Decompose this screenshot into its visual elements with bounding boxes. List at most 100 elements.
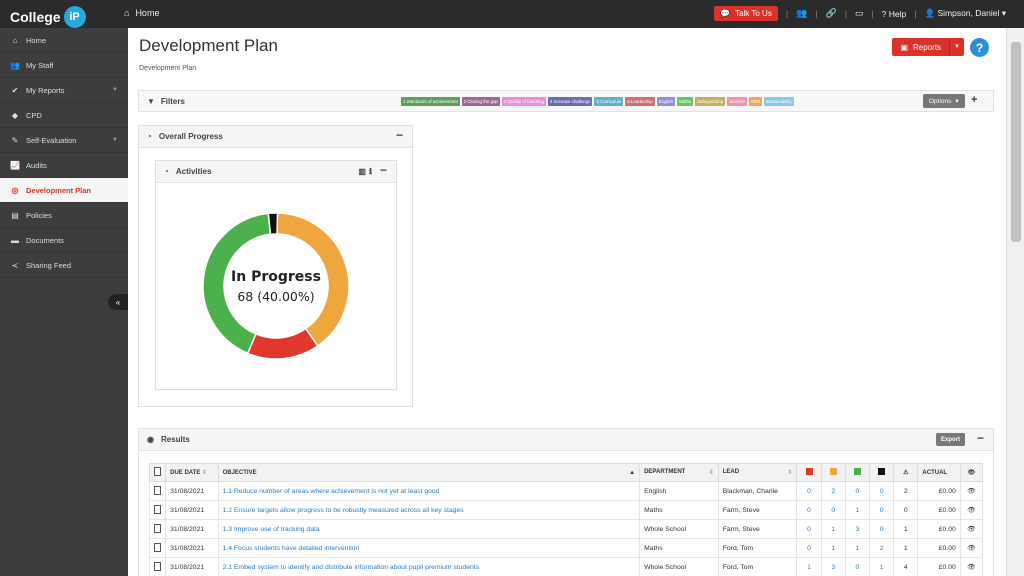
minimize-icon[interactable]: −	[380, 163, 387, 177]
red-count[interactable]: 0	[796, 519, 822, 539]
red-count[interactable]: 0	[796, 538, 822, 558]
breadcrumb[interactable]: Development Plan	[139, 65, 196, 72]
red-count[interactable]: 1	[796, 557, 822, 576]
amber-count[interactable]: 0	[820, 500, 846, 520]
sidebar-item-my-staff[interactable]: 👥 My Staff	[0, 53, 128, 78]
check-icon: ✔	[11, 85, 19, 95]
view-cell[interactable]: 👁	[959, 519, 984, 539]
black-count[interactable]: 0	[869, 481, 895, 501]
sidebar-item-development-plan[interactable]: ◎ Development Plan	[0, 178, 128, 203]
options-button[interactable]: Options ▾	[923, 94, 965, 108]
view-cell[interactable]: 👁	[959, 500, 984, 520]
filter-tag[interactable]: 5 Curriculum	[594, 97, 624, 106]
filters-toggle[interactable]: ▼ Filters	[147, 97, 185, 106]
filter-tag[interactable]: SEN	[748, 97, 762, 106]
document-icon-cell[interactable]	[148, 557, 167, 576]
filter-tag[interactable]: Science	[727, 97, 747, 106]
filter-tag[interactable]: 3 Quality of teaching	[501, 97, 546, 106]
table-row[interactable]: 31/08/2021 1.4 Focus students have detail…	[148, 538, 984, 558]
red-count[interactable]: 0	[796, 500, 822, 520]
info-icon[interactable]: ℹ	[369, 167, 372, 176]
warning-header[interactable]: ⚠	[893, 463, 919, 482]
amber-count[interactable]: 1	[820, 538, 846, 558]
view-cell[interactable]: 👁	[959, 557, 984, 576]
black-count[interactable]: 1	[869, 557, 895, 576]
objective-link[interactable]: 1.4 Focus students have detailed interve…	[217, 538, 641, 558]
view-cell[interactable]: 👁	[959, 481, 984, 501]
sidebar-item-cpd[interactable]: ◆ CPD	[0, 103, 128, 128]
black-count[interactable]: 0	[869, 519, 895, 539]
green-count[interactable]: 3	[844, 519, 871, 539]
filter-tag[interactable]: Safeguarding	[695, 97, 726, 106]
minimize-icon[interactable]: −	[977, 431, 984, 445]
inbox-icon[interactable]: ▭	[855, 8, 864, 19]
department-header[interactable]: DEPARTMENT ⇕	[639, 463, 719, 482]
amber-count[interactable]: 2	[820, 481, 846, 501]
document-icon-cell[interactable]	[148, 500, 167, 520]
black-status-header[interactable]	[869, 463, 895, 482]
donut-slice-not-started[interactable]	[267, 212, 279, 236]
donut-slice-overdue[interactable]	[246, 327, 319, 360]
green-count[interactable]: 1	[844, 538, 871, 558]
minimize-icon[interactable]: −	[396, 128, 403, 142]
sidebar-item-my-reports[interactable]: ✔ My Reports ▼	[0, 78, 128, 103]
objective-link[interactable]: 1.2 Ensure targets allow progress to be …	[217, 500, 641, 520]
table-row[interactable]: 31/08/2021 1.3 Improve use of tracking da…	[148, 519, 984, 539]
objective-link[interactable]: 2.1 Embed system to identify and distrib…	[217, 557, 641, 576]
scrollbar-thumb[interactable]	[1011, 42, 1021, 242]
amber-status-header[interactable]	[820, 463, 846, 482]
filter-tag[interactable]: 4 Increase challenge	[547, 97, 593, 106]
green-status-header[interactable]	[844, 463, 871, 482]
document-icon-cell[interactable]	[148, 519, 167, 539]
lead-header[interactable]: LEAD ⇕	[717, 463, 798, 482]
page-scrollbar[interactable]	[1006, 28, 1024, 576]
chevron-down-icon[interactable]: ▼	[950, 44, 964, 50]
table-row[interactable]: 31/08/2021 1.1 Reduce number of areas whe…	[148, 481, 984, 501]
sidebar-collapse-button[interactable]: «	[108, 294, 128, 310]
amber-count[interactable]: 1	[820, 519, 846, 539]
objective-header[interactable]: OBJECTIVE ▲	[217, 463, 641, 482]
black-count[interactable]: 2	[869, 538, 895, 558]
document-icon-cell[interactable]	[148, 538, 167, 558]
help-button[interactable]: ?	[970, 38, 989, 57]
talk-to-us-button[interactable]: 💬 Talk To Us	[714, 6, 778, 21]
filter-tag[interactable]: 1 Standards of achievement	[401, 97, 460, 106]
view-cell[interactable]: 👁	[959, 538, 984, 558]
green-count[interactable]: 1	[844, 500, 871, 520]
filter-tag[interactable]: Maths	[677, 97, 694, 106]
document-icon-cell[interactable]	[148, 481, 167, 501]
app-logo[interactable]: College iP	[10, 6, 86, 28]
help-link[interactable]: ? Help	[882, 9, 907, 19]
export-button[interactable]: Export	[936, 433, 966, 446]
sidebar-item-documents[interactable]: ▬ Documents	[0, 228, 128, 253]
sidebar-item-audits[interactable]: 📈 Audits	[0, 153, 128, 178]
sidebar-item-self-evaluation[interactable]: ✎ Self-Evaluation ▼	[0, 128, 128, 153]
filter-tag[interactable]: Sustainability	[763, 97, 794, 106]
green-count[interactable]: 0	[844, 481, 871, 501]
reports-button[interactable]: ▣ Reports ▼	[892, 38, 964, 56]
green-count[interactable]: 0	[844, 557, 871, 576]
filter-tag[interactable]: English	[656, 97, 676, 106]
bar-chart-icon[interactable]: ▥	[358, 167, 366, 176]
sidebar-item-policies[interactable]: ▤ Policies	[0, 203, 128, 228]
add-icon[interactable]: +	[971, 94, 977, 106]
red-count[interactable]: 0	[796, 481, 822, 501]
user-name: Simpson, Daniel	[937, 8, 1000, 18]
sidebar-item-sharing-feed[interactable]: ≺ Sharing Feed	[0, 253, 128, 278]
amber-count[interactable]: 3	[820, 557, 846, 576]
sidebar-item-home[interactable]: ⌂ Home	[0, 28, 128, 53]
black-count[interactable]: 0	[869, 500, 895, 520]
user-menu[interactable]: 👤 Simpson, Daniel ▾	[924, 8, 1006, 19]
table-row[interactable]: 31/08/2021 1.2 Ensure targets allow progr…	[148, 500, 984, 520]
filter-tag[interactable]: 2 Closing the gap	[461, 97, 500, 106]
red-status-header[interactable]	[796, 463, 822, 482]
table-row[interactable]: 31/08/2021 2.1 Embed system to identify a…	[148, 557, 984, 576]
objective-link[interactable]: 1.3 Improve use of tracking data	[217, 519, 641, 539]
due-date-header[interactable]: DUE DATE ⇕	[165, 463, 219, 482]
objective-link[interactable]: 1.1 Reduce number of areas where achieve…	[217, 481, 641, 501]
actual-header[interactable]: ACTUAL	[917, 463, 961, 482]
filter-tag[interactable]: 6 Leadership	[625, 97, 655, 106]
users-icon[interactable]: 👥	[796, 8, 807, 19]
top-home-link[interactable]: ⌂ Home	[124, 8, 159, 18]
link-icon[interactable]: 🔗	[826, 8, 837, 19]
